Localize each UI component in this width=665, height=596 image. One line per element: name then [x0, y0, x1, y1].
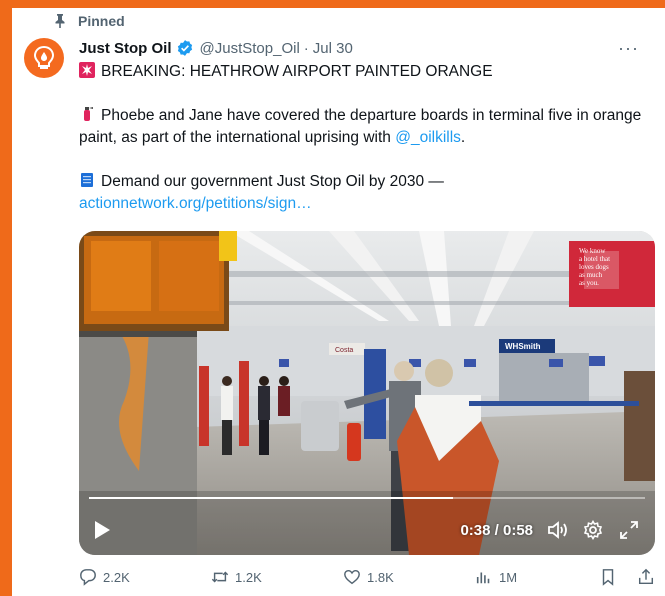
- header-separator: ·: [303, 39, 309, 57]
- video-player[interactable]: We know a hotel that loves dogs as much …: [79, 231, 655, 555]
- reply-button[interactable]: 2.2K: [79, 568, 211, 586]
- volume-icon: [548, 521, 567, 539]
- video-progress-fill: [89, 497, 454, 499]
- petition-link[interactable]: actionnetwork.org/petitions/sign…: [79, 195, 312, 212]
- memo-icon: [81, 173, 93, 187]
- play-icon: [95, 521, 110, 539]
- tweet-date[interactable]: Jul 30: [313, 40, 353, 57]
- volume-button[interactable]: [547, 519, 569, 541]
- share-button[interactable]: [637, 568, 655, 586]
- settings-button[interactable]: [583, 519, 605, 541]
- tweet-actions: 2.2K 1.2K 1.8K 1M: [79, 568, 655, 586]
- retweet-icon: [211, 571, 229, 583]
- reply-icon: [80, 569, 96, 586]
- store-sign: WHSmith: [505, 342, 541, 351]
- tweet-card[interactable]: Pinned Just Stop Oil @JustStop_Oil · Jul…: [12, 8, 665, 596]
- retweet-count: 1.2K: [235, 569, 262, 585]
- gear-icon: [583, 520, 603, 540]
- fullscreen-button[interactable]: [619, 519, 641, 541]
- pinned-label: Pinned: [78, 13, 125, 29]
- analytics-icon: [476, 572, 490, 584]
- video-progress-bar[interactable]: [89, 497, 645, 499]
- views-button[interactable]: 1M: [475, 568, 595, 586]
- author-handle[interactable]: @JustStop_Oil: [200, 40, 300, 57]
- fire-extinguisher-icon: [84, 107, 93, 121]
- secondary-actions: [599, 568, 655, 586]
- more-options-button[interactable]: ···: [618, 38, 639, 58]
- tweet-header: Just Stop Oil @JustStop_Oil · Jul 30 ···: [79, 38, 653, 58]
- tweet-line-2-text: Phoebe and Jane have covered the departu…: [79, 107, 642, 146]
- verified-badge-icon: [177, 40, 192, 56]
- pin-icon: [55, 14, 65, 28]
- lightbulb-drop-logo-icon: [33, 45, 55, 69]
- tweet-text: BREAKING: HEATHROW AIRPORT PAINTED ORANG…: [79, 61, 649, 215]
- tweet-line-3: Demand our government Just Stop Oil by 2…: [79, 171, 649, 215]
- cafe-sign: Costa: [335, 347, 353, 354]
- avatar[interactable]: [24, 38, 64, 78]
- video-time: 0:38 / 0:58: [460, 521, 533, 539]
- ad-sign-line-5: as you.: [579, 279, 599, 287]
- like-button[interactable]: 1.8K: [343, 568, 475, 586]
- tweet-line-3-text: Demand our government Just Stop Oil by 2…: [101, 173, 444, 190]
- play-button[interactable]: [93, 519, 115, 541]
- author-name[interactable]: Just Stop Oil: [79, 40, 172, 57]
- ad-sign-line-4: as much: [579, 271, 603, 279]
- tweet-line-2-end: .: [460, 129, 466, 146]
- mention-link[interactable]: @_oilkills: [395, 129, 461, 146]
- reply-count: 2.2K: [103, 569, 130, 585]
- tweet-line-1-text: BREAKING: HEATHROW AIRPORT PAINTED ORANG…: [101, 63, 493, 80]
- fullscreen-icon: [620, 521, 638, 539]
- siren-icon: [79, 62, 95, 78]
- retweet-button[interactable]: 1.2K: [211, 568, 343, 586]
- tweet-line-1: BREAKING: HEATHROW AIRPORT PAINTED ORANG…: [79, 61, 649, 83]
- ad-sign-line-2: a hotel that: [579, 255, 610, 263]
- bookmark-button[interactable]: [599, 568, 617, 586]
- pinned-indicator: Pinned: [52, 13, 125, 29]
- ad-sign-line-1: We know: [579, 247, 606, 255]
- ad-sign-line-3: loves dogs: [579, 263, 609, 271]
- bookmark-icon: [602, 569, 614, 586]
- like-count: 1.8K: [367, 569, 394, 585]
- tweet-line-2: Phoebe and Jane have covered the departu…: [79, 105, 649, 149]
- heart-icon: [344, 569, 360, 585]
- view-count: 1M: [499, 569, 518, 585]
- video-controls: 0:38 / 0:58: [79, 505, 655, 555]
- share-icon: [638, 568, 654, 585]
